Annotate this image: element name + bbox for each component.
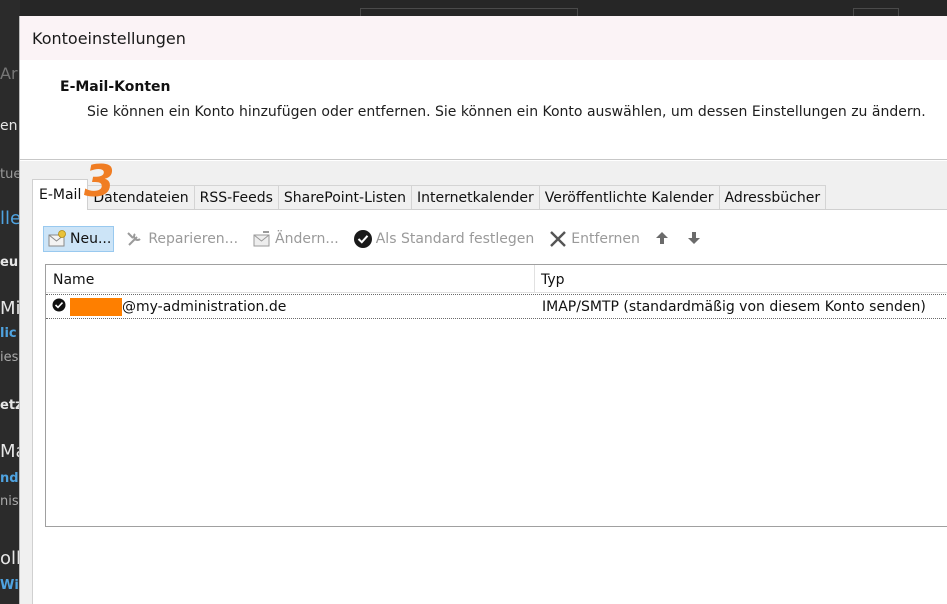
annotation-step-number: 3 [84, 156, 115, 207]
background-text: eu [0, 255, 19, 270]
arrow-up-icon [655, 230, 669, 249]
wrench-icon [125, 229, 145, 249]
account-row[interactable]: @my-administration.de IMAP/SMTP (standar… [46, 294, 947, 319]
move-up-button[interactable] [651, 228, 673, 250]
default-account-icon [52, 298, 66, 316]
accounts-list-header: Name Typ [46, 265, 947, 293]
column-header-type[interactable]: Typ [535, 265, 565, 292]
email-tab-panel: Neu... Reparieren... Ändern... Als Stand… [32, 209, 947, 604]
repair-button[interactable]: Reparieren... [122, 226, 241, 252]
new-account-button[interactable]: Neu... [43, 226, 115, 252]
account-type-cell: IMAP/SMTP (standardmäßig von diesem Kont… [542, 298, 926, 315]
account-name-cell: @my-administration.de [46, 297, 535, 316]
dialog-header: E-Mail-Konten Sie können ein Konto hinzu… [20, 60, 947, 160]
section-title: E-Mail-Konten [60, 79, 171, 95]
background-text: Ma [0, 441, 20, 462]
tab-email[interactable]: E-Mail [32, 179, 89, 210]
set-default-button[interactable]: Als Standard festlegen [350, 226, 538, 252]
dialog-titlebar[interactable]: Kontoeinstellungen [20, 16, 947, 60]
close-icon [548, 229, 568, 249]
redacted-username [70, 297, 122, 316]
change-button[interactable]: Ändern... [249, 226, 342, 252]
account-toolbar: Neu... Reparieren... Ändern... Als Stand… [43, 226, 715, 252]
new-account-label: Neu... [70, 231, 112, 247]
new-account-icon [47, 229, 67, 249]
repair-label: Reparieren... [148, 231, 239, 247]
edit-account-icon [252, 229, 272, 249]
background-text: etz [0, 398, 20, 413]
background-text: ies [0, 350, 19, 365]
dialog-title: Kontoeinstellungen [32, 28, 186, 48]
dialog-body: E-Mail Datendateien RSS-Feeds SharePoint… [20, 161, 947, 604]
background-text: Ar [0, 64, 18, 83]
account-email-domain: @my-administration.de [122, 298, 287, 315]
change-label: Ändern... [275, 231, 339, 247]
background-text: en [0, 118, 18, 134]
remove-button[interactable]: Entfernen [545, 226, 643, 252]
background-text: tue [0, 167, 20, 182]
background-text: lle [0, 208, 20, 229]
section-description: Sie können ein Konto hinzufügen oder ent… [87, 104, 926, 120]
tab-published-calendars[interactable]: Veröffentlichte Kalender [538, 185, 720, 210]
tab-rss-feeds[interactable]: RSS-Feeds [193, 185, 279, 210]
check-circle-icon [353, 229, 373, 249]
background-box [853, 8, 899, 16]
background-app-toolbar [20, 0, 947, 16]
column-header-name[interactable]: Name [46, 265, 535, 292]
remove-label: Entfernen [571, 231, 640, 247]
tab-address-books[interactable]: Adressbücher [718, 185, 827, 210]
tab-sharepoint-lists[interactable]: SharePoint-Listen [277, 185, 413, 210]
background-text: lic [0, 326, 17, 341]
account-settings-dialog: Kontoeinstellungen E-Mail-Konten Sie kön… [19, 16, 947, 604]
move-down-button[interactable] [683, 228, 705, 250]
tab-strip: E-Mail Datendateien RSS-Feeds SharePoint… [32, 179, 827, 210]
background-box [360, 8, 578, 16]
background-text: nd [0, 471, 19, 486]
background-text: olli [0, 548, 20, 569]
background-text: Will [0, 578, 20, 593]
background-text: nis [0, 494, 19, 509]
background-text: Mic [0, 298, 20, 319]
accounts-list[interactable]: Name Typ @my-administration.de IMAP/SMTP… [45, 264, 947, 527]
set-default-label: Als Standard festlegen [375, 231, 535, 247]
arrow-down-icon [687, 230, 701, 249]
tab-internet-calendars[interactable]: Internetkalender [411, 185, 540, 210]
